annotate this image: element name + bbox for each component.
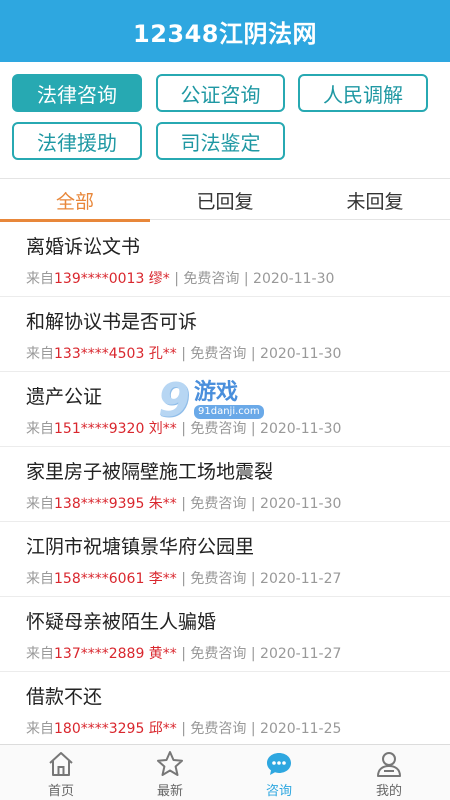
item-from: 来自	[26, 646, 54, 662]
item-from: 来自	[26, 346, 54, 362]
item-meta: 来自158****6061 李** | 免费咨询 | 2020-11-27	[26, 568, 450, 588]
item-title: 江阴市祝塘镇景华府公园里	[26, 536, 255, 558]
list-item[interactable]: 怀疑母亲被陌生人骗婚 来自137****2889 黄** | 免费咨询 | 20…	[0, 597, 450, 672]
category-legal-aid-button[interactable]: 法律援助	[12, 122, 142, 160]
star-icon	[157, 751, 183, 776]
item-meta: 来自151****9320 刘** | 免费咨询 | 2020-11-30	[26, 418, 450, 438]
user-icon	[377, 752, 401, 777]
item-from: 来自	[26, 496, 54, 512]
nav-home[interactable]: 首页	[5, 745, 117, 800]
tab-all-label: 全部	[55, 190, 94, 213]
app-title: 12348江阴法网	[133, 19, 317, 48]
category-legal-consult-button[interactable]: 法律咨询	[12, 74, 142, 112]
item-user: 139****0013 缪*	[54, 271, 170, 287]
tab-replied[interactable]: 已回复	[150, 179, 300, 221]
filter-tabs: 全部 已回复 未回复	[0, 178, 450, 222]
item-from: 来自	[26, 421, 54, 437]
item-user: 151****9320 刘**	[54, 421, 177, 437]
list-item[interactable]: 借款不还 来自180****3295 邱** | 免费咨询 | 2020-11-…	[0, 672, 450, 744]
item-user: 180****3295 邱**	[54, 721, 177, 737]
item-info: | 免费咨询 | 2020-11-30	[169, 271, 335, 287]
item-title: 家里房子被隔壁施工场地震裂	[26, 461, 274, 483]
list-item[interactable]: 家里房子被隔壁施工场地震裂 来自138****9395 朱** | 免费咨询 |…	[0, 447, 450, 522]
app-header: 12348江阴法网	[0, 0, 450, 62]
item-meta: 来自133****4503 孔** | 免费咨询 | 2020-11-30	[26, 343, 450, 363]
item-from: 来自	[26, 571, 54, 587]
item-meta: 来自180****3295 邱** | 免费咨询 | 2020-11-25	[26, 718, 450, 738]
nav-consult[interactable]: 咨询	[223, 745, 335, 800]
nav-latest-label: 最新	[156, 784, 183, 799]
item-from: 来自	[26, 271, 54, 287]
item-info: | 免费咨询 | 2020-11-30	[176, 346, 342, 362]
nav-mine[interactable]: 我的	[333, 745, 445, 800]
list-item[interactable]: 遗产公证 来自151****9320 刘** | 免费咨询 | 2020-11-…	[0, 372, 450, 447]
tab-replied-label: 已回复	[196, 190, 254, 213]
item-meta: 来自137****2889 黄** | 免费咨询 | 2020-11-27	[26, 643, 450, 663]
item-info: | 免费咨询 | 2020-11-27	[176, 571, 342, 587]
list-item[interactable]: 离婚诉讼文书 来自139****0013 缪* | 免费咨询 | 2020-11…	[0, 222, 450, 297]
nav-mine-label: 我的	[375, 784, 402, 799]
item-title: 离婚诉讼文书	[26, 236, 141, 258]
item-title: 借款不还	[26, 686, 103, 708]
item-user: 138****9395 朱**	[54, 496, 177, 512]
item-user: 137****2889 黄**	[54, 646, 177, 662]
nav-consult-label: 咨询	[265, 784, 292, 799]
list-item[interactable]: 江阴市祝塘镇景华府公园里 来自158****6061 李** | 免费咨询 | …	[0, 522, 450, 597]
item-meta: 来自139****0013 缪* | 免费咨询 | 2020-11-30	[26, 268, 450, 288]
list-item[interactable]: 和解协议书是否可诉 来自133****4503 孔** | 免费咨询 | 202…	[0, 297, 450, 372]
item-info: | 免费咨询 | 2020-11-25	[176, 721, 342, 737]
category-buttons: 法律咨询 公证咨询 人民调解 法律援助 司法鉴定	[0, 62, 450, 172]
nav-home-label: 首页	[47, 784, 74, 799]
home-icon	[49, 752, 73, 776]
item-info: | 免费咨询 | 2020-11-30	[176, 496, 342, 512]
category-judicial-appraisal-button[interactable]: 司法鉴定	[156, 122, 285, 160]
item-user: 158****6061 李**	[54, 571, 177, 587]
item-info: | 免费咨询 | 2020-11-30	[176, 421, 342, 437]
tab-all[interactable]: 全部	[0, 179, 150, 222]
item-meta: 来自138****9395 朱** | 免费咨询 | 2020-11-30	[26, 493, 450, 513]
item-from: 来自	[26, 721, 54, 737]
item-title: 和解协议书是否可诉	[26, 311, 198, 333]
item-user: 133****4503 孔**	[54, 346, 177, 362]
nav-latest[interactable]: 最新	[114, 745, 226, 800]
item-title: 遗产公证	[26, 386, 103, 408]
tab-unreplied-label: 未回复	[346, 190, 404, 213]
tab-unreplied[interactable]: 未回复	[300, 179, 450, 221]
item-info: | 免费咨询 | 2020-11-27	[176, 646, 342, 662]
bottom-navigation: 首页 最新 咨询 我的	[0, 744, 450, 800]
consultation-list: 离婚诉讼文书 来自139****0013 缪* | 免费咨询 | 2020-11…	[0, 222, 450, 744]
item-title: 怀疑母亲被陌生人骗婚	[26, 611, 217, 633]
chat-icon	[267, 753, 291, 775]
category-mediation-button[interactable]: 人民调解	[298, 74, 428, 112]
category-notary-consult-button[interactable]: 公证咨询	[156, 74, 285, 112]
